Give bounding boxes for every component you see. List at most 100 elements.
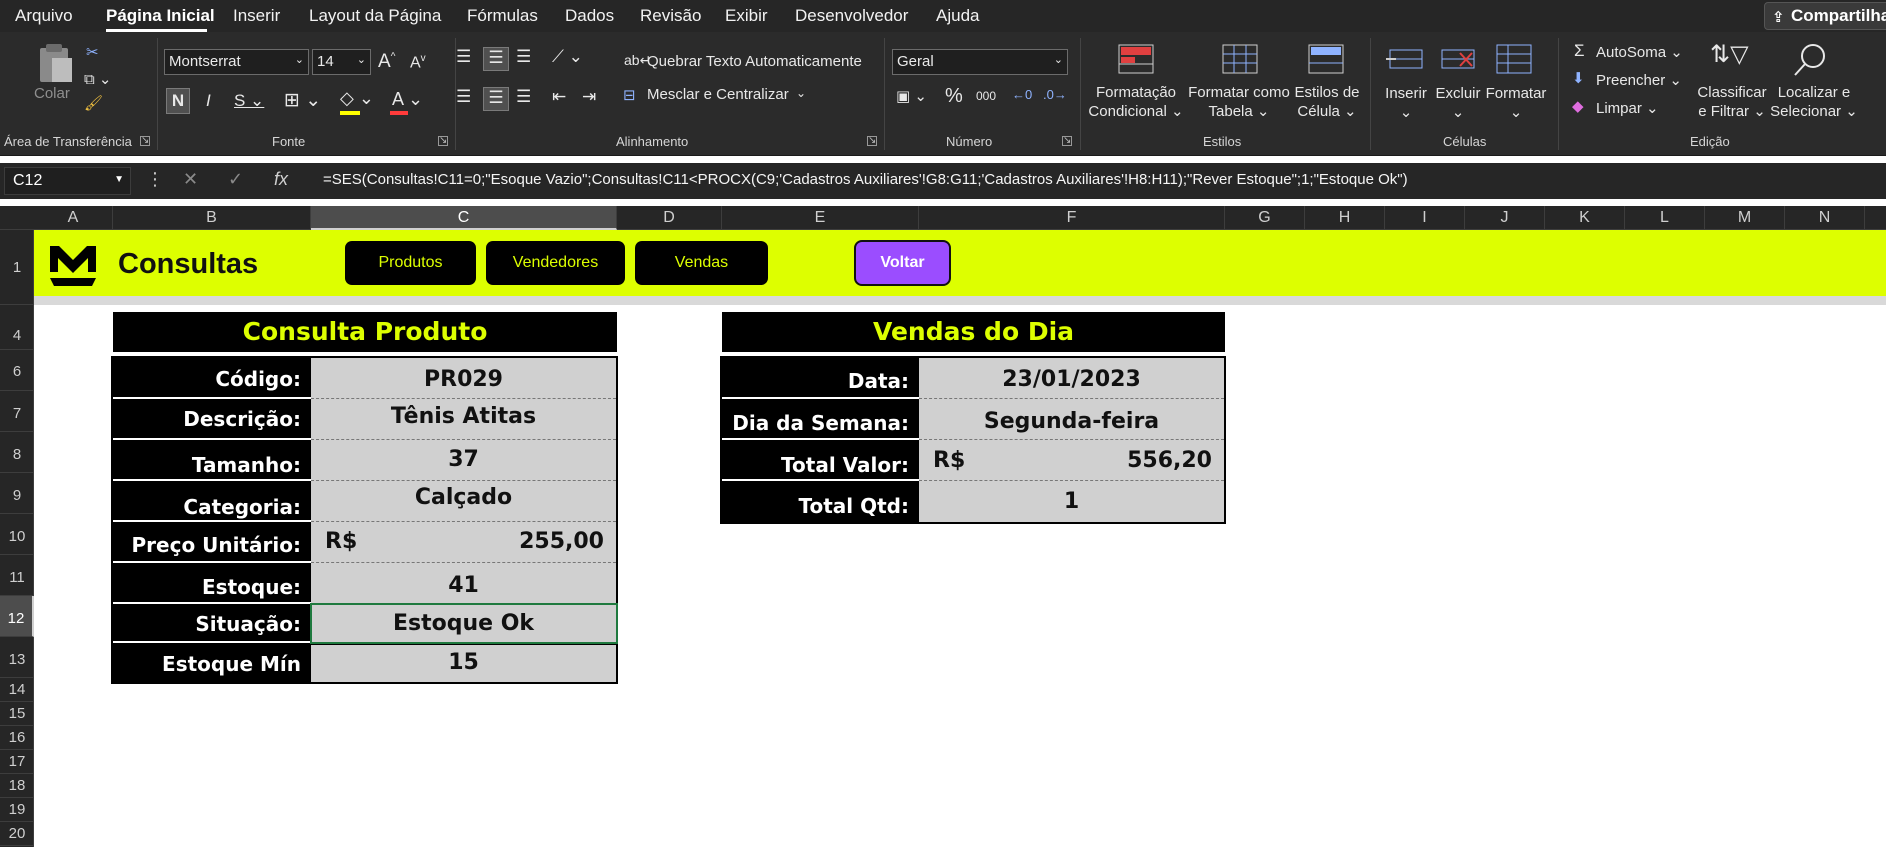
produtos-button[interactable]: Produtos xyxy=(345,241,476,285)
clipboard-dialog-launcher[interactable]: ↘ xyxy=(140,136,150,146)
decrease-decimal-icon[interactable]: .0→ xyxy=(1043,87,1067,102)
cancel-icon[interactable]: ✕ xyxy=(183,169,198,190)
share-button[interactable]: ⇪ Compartilhar xyxy=(1764,2,1886,30)
accounting-format-icon[interactable]: ▣ ⌄ xyxy=(896,87,927,105)
estoque-value[interactable]: 41 xyxy=(311,563,616,604)
tab-pagina-inicial[interactable]: Página Inicial xyxy=(106,6,215,26)
column-header[interactable]: G xyxy=(1225,206,1305,230)
column-header[interactable]: A xyxy=(34,206,113,230)
borders-icon[interactable]: ⊞ ⌄ xyxy=(284,89,321,112)
preco-unitario-value[interactable]: R$ 255,00 xyxy=(311,522,616,563)
tab-inserir[interactable]: Inserir xyxy=(233,6,280,26)
row-header[interactable]: 19 xyxy=(0,798,34,822)
tab-ajuda[interactable]: Ajuda xyxy=(936,6,979,26)
column-header[interactable]: M xyxy=(1705,206,1785,230)
number-format-select[interactable]: Geral ⌄ xyxy=(892,49,1068,75)
insert-function-icon[interactable]: fx xyxy=(274,169,288,190)
column-header[interactable]: K xyxy=(1545,206,1625,230)
column-header[interactable]: F xyxy=(919,206,1225,230)
font-dialog-launcher[interactable]: ↘ xyxy=(438,136,448,146)
tamanho-value[interactable]: 37 xyxy=(311,440,616,481)
descricao-value[interactable]: Tênis Atitas xyxy=(311,399,616,440)
sort-filter-button[interactable]: Classificar e Filtrar ⌄ xyxy=(1688,83,1776,121)
column-header[interactable]: J xyxy=(1465,206,1545,230)
format-painter-icon[interactable]: 🖌 xyxy=(84,94,103,112)
format-as-table-icon[interactable] xyxy=(1222,44,1258,74)
total-qtd-value[interactable]: 1 xyxy=(919,481,1224,522)
sort-filter-icon[interactable]: ⇅▽ xyxy=(1710,40,1749,69)
format-cells-icon[interactable] xyxy=(1496,44,1532,74)
format-cells-button[interactable]: Formatar ⌄ xyxy=(1484,84,1548,122)
align-top-icon[interactable]: ☰ xyxy=(456,47,471,67)
row-header[interactable]: 18 xyxy=(0,774,34,798)
formula-input[interactable]: =SES(Consultas!C11=0;"Esoque Vazio";Cons… xyxy=(323,171,1408,188)
search-icon[interactable] xyxy=(1792,42,1828,78)
vendedores-button[interactable]: Vendedores xyxy=(486,241,625,285)
align-right-icon[interactable]: ☰ xyxy=(516,87,531,107)
copy-icon[interactable]: ⧉ ⌄ xyxy=(84,70,111,88)
column-header[interactable]: H xyxy=(1305,206,1385,230)
chevron-down-icon[interactable]: ⌄ xyxy=(796,86,806,100)
row-header[interactable]: 8 xyxy=(0,432,34,473)
row-header[interactable]: 20 xyxy=(0,822,34,846)
increase-decimal-icon[interactable]: ←0 xyxy=(1012,87,1032,102)
row-header[interactable]: 10 xyxy=(0,514,34,555)
clear-button[interactable]: Limpar ⌄ xyxy=(1596,99,1659,117)
wrap-text-button[interactable]: Quebrar Texto Automaticamente xyxy=(647,53,862,70)
paste-label[interactable]: Colar xyxy=(34,85,70,102)
fill-color-icon[interactable]: ◇ ⌄ xyxy=(340,88,374,109)
align-middle-icon[interactable]: ☰ xyxy=(483,47,509,71)
conditional-formatting-button[interactable]: Formatação Condicional ⌄ xyxy=(1086,83,1186,121)
vendas-button[interactable]: Vendas xyxy=(635,241,768,285)
total-valor-value[interactable]: R$ 556,20 xyxy=(919,440,1224,481)
decrease-indent-icon[interactable]: ⇤ xyxy=(552,87,566,107)
column-header[interactable]: L xyxy=(1625,206,1705,230)
more-options-icon[interactable]: ⋮ xyxy=(146,169,164,190)
codigo-value[interactable]: PR029 xyxy=(311,358,616,399)
tab-exibir[interactable]: Exibir xyxy=(725,6,768,26)
delete-cells-icon[interactable] xyxy=(1438,44,1478,74)
row-header[interactable]: 11 xyxy=(0,555,34,596)
cell-styles-icon[interactable] xyxy=(1308,44,1344,74)
name-box[interactable]: C12 ▼ xyxy=(4,167,131,195)
voltar-button[interactable]: Voltar xyxy=(854,240,951,286)
percent-icon[interactable]: % xyxy=(945,85,963,108)
align-center-icon[interactable]: ☰ xyxy=(483,87,509,111)
tab-layout-da-pagina[interactable]: Layout da Página xyxy=(309,6,441,26)
tab-dados[interactable]: Dados xyxy=(565,6,614,26)
merge-center-button[interactable]: Mesclar e Centralizar xyxy=(647,86,789,103)
row-header[interactable]: 6 xyxy=(0,350,34,391)
column-header[interactable]: B xyxy=(113,206,311,230)
row-header[interactable]: 9 xyxy=(0,473,34,514)
paste-icon[interactable] xyxy=(36,42,76,86)
tab-revisao[interactable]: Revisão xyxy=(640,6,701,26)
insert-cells-button[interactable]: Inserir ⌄ xyxy=(1378,84,1434,122)
row-header[interactable]: 1 xyxy=(0,230,34,305)
row-header[interactable]: 7 xyxy=(0,391,34,432)
column-header[interactable]: D xyxy=(617,206,722,230)
cut-icon[interactable]: ✂ xyxy=(86,43,99,61)
row-header[interactable]: 4 xyxy=(0,305,34,350)
insert-cells-icon[interactable] xyxy=(1386,44,1426,74)
conditional-formatting-icon[interactable] xyxy=(1118,44,1154,74)
font-size-select[interactable]: 14 ⌄ xyxy=(312,49,371,75)
column-header[interactable]: N xyxy=(1785,206,1865,230)
row-header[interactable]: 14 xyxy=(0,678,34,702)
categoria-value[interactable]: Calçado xyxy=(311,481,616,522)
data-value[interactable]: 23/01/2023 xyxy=(919,358,1224,399)
bold-button[interactable]: N xyxy=(166,88,190,114)
column-header[interactable]: I xyxy=(1385,206,1465,230)
cell-styles-button[interactable]: Estilos de Célula ⌄ xyxy=(1290,83,1364,121)
column-header-selected[interactable]: C xyxy=(311,206,617,230)
row-header[interactable]: 16 xyxy=(0,726,34,750)
row-header[interactable]: 17 xyxy=(0,750,34,774)
estoque-min-value[interactable]: 15 xyxy=(311,645,616,682)
italic-button[interactable]: I xyxy=(206,91,211,111)
increase-font-icon[interactable]: A^ xyxy=(378,51,395,73)
font-color-icon[interactable]: A ⌄ xyxy=(392,89,423,110)
row-header-selected[interactable]: 12 xyxy=(0,596,34,637)
tab-formulas[interactable]: Fórmulas xyxy=(467,6,538,26)
font-family-select[interactable]: Montserrat ⌄ xyxy=(164,49,309,75)
orientation-icon[interactable]: ⟋ ⌄ xyxy=(552,47,583,67)
align-left-icon[interactable]: ☰ xyxy=(456,87,471,107)
